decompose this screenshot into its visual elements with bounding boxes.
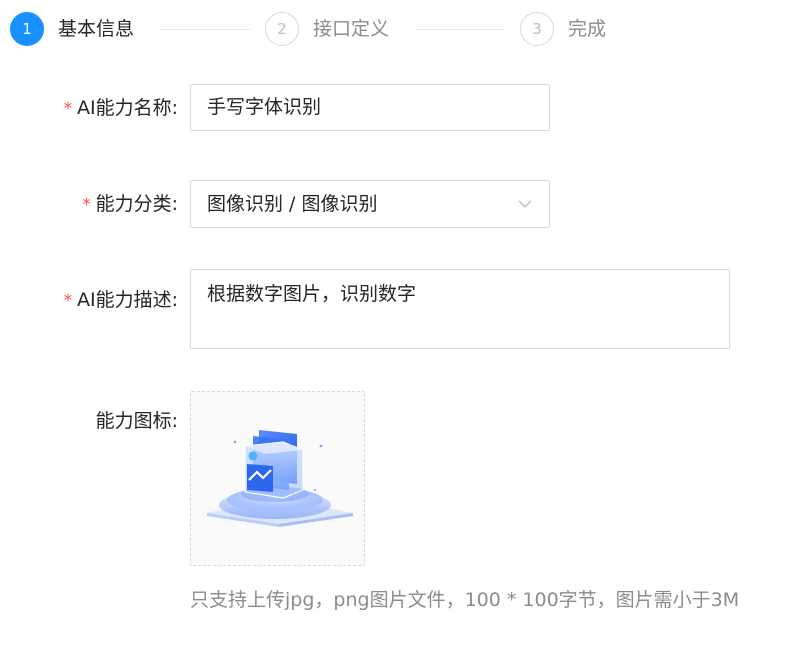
chevron-down-icon <box>518 200 532 208</box>
steps-bar: 1 基本信息 2 接口定义 3 完成 <box>10 12 780 48</box>
step-connector-2 <box>415 29 505 30</box>
ability-name-label-text: AI能力名称: <box>76 97 178 119</box>
required-mark: * <box>62 99 73 119</box>
step-connector-1 <box>160 29 250 30</box>
description-label: * AI能力描述: <box>63 288 178 313</box>
icon-label-text: 能力图标: <box>95 410 178 432</box>
category-label: * 能力分类: <box>81 192 178 217</box>
required-mark: * <box>81 195 92 215</box>
description-value: 根据数字图片，识别数字 <box>207 283 417 305</box>
description-textarea[interactable]: 根据数字图片，识别数字 <box>190 269 730 349</box>
ability-name-input[interactable]: 手写字体识别 <box>190 84 550 131</box>
ability-name-label: * AI能力名称: <box>63 96 178 121</box>
required-mark: * <box>62 291 73 311</box>
create-ai-ability-page: 1 基本信息 2 接口定义 3 完成 * AI能力名称: 手写字体识别 * 能力分类… <box>0 0 788 663</box>
ability-name-value: 手写字体识别 <box>207 96 322 118</box>
step-1-number: 1 <box>10 12 44 46</box>
category-value: 图像识别 / 图像识别 <box>207 193 378 215</box>
step-1-title: 基本信息 <box>58 18 135 40</box>
ai-ability-icon-image <box>207 430 353 527</box>
step-2-title: 接口定义 <box>313 18 390 40</box>
upload-hint: 只支持上传jpg，png图片文件，100 * 100字节，图片需小于3M <box>190 589 740 611</box>
step-2-number: 2 <box>265 12 299 46</box>
step-3-title: 完成 <box>568 18 607 40</box>
icon-label: 能力图标: <box>96 409 178 433</box>
icon-upload[interactable] <box>190 391 365 566</box>
category-label-text: 能力分类: <box>95 193 178 215</box>
category-select[interactable]: 图像识别 / 图像识别 <box>190 180 550 228</box>
step-3-number: 3 <box>520 12 554 46</box>
description-label-text: AI能力描述: <box>76 289 178 311</box>
